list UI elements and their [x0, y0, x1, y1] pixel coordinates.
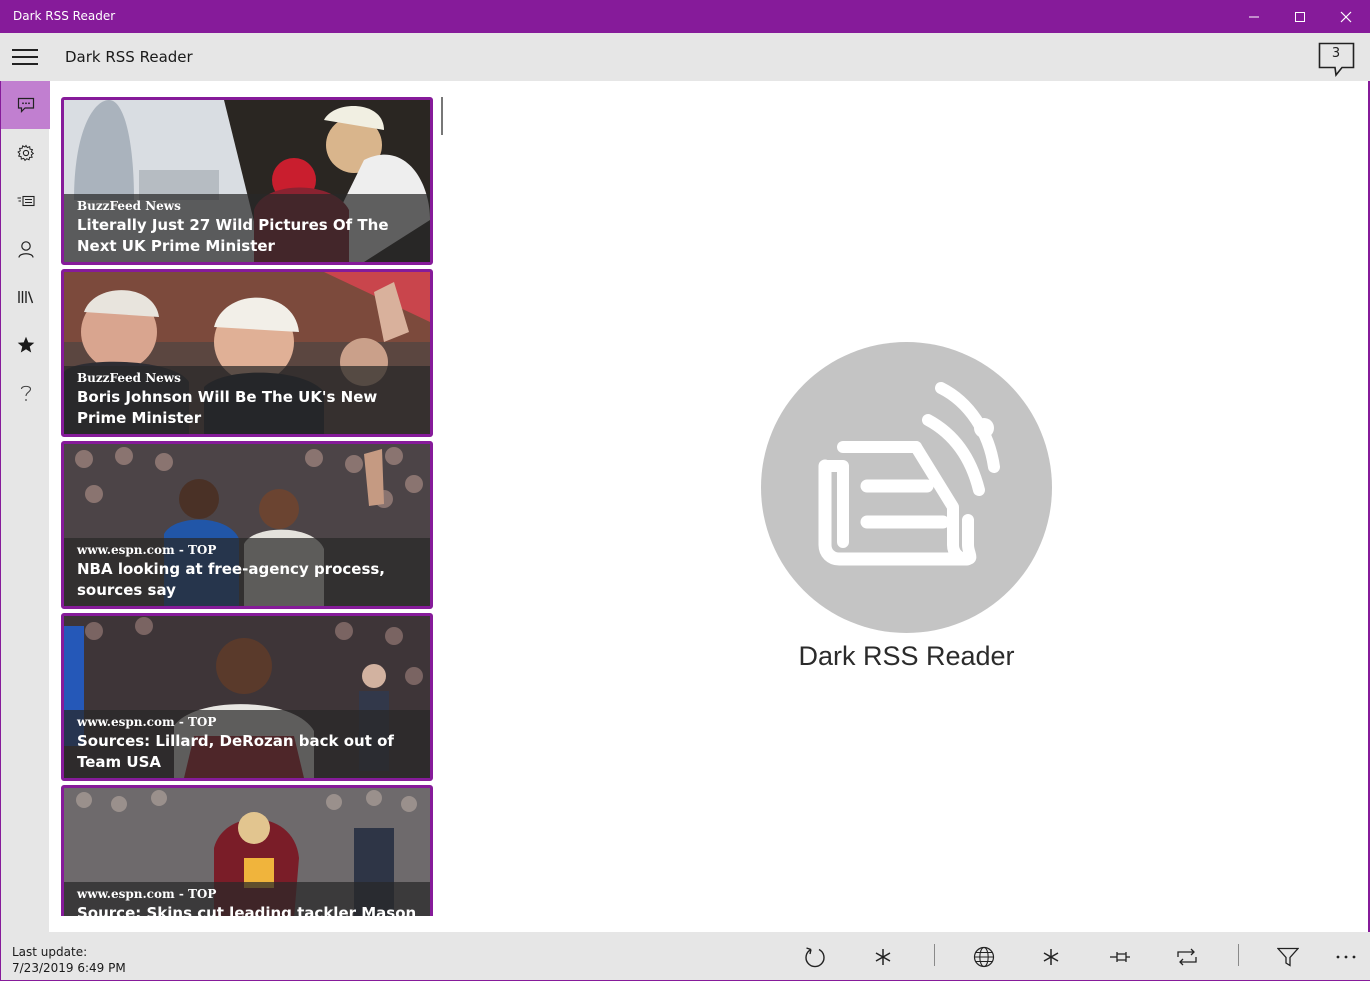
pin-icon [1110, 952, 1130, 962]
hamburger-icon [11, 49, 38, 65]
feed-source: BuzzFeed News [77, 371, 181, 385]
feed-headline: NBA looking at free-agency process, sour… [77, 560, 385, 599]
refresh-icon [805, 947, 825, 968]
feed-card-caption: www.espn.com - TOP Sources: Lillard, DeR… [64, 710, 430, 778]
asterisk-icon [875, 949, 891, 965]
repeat-icon [1177, 948, 1197, 966]
title-bar: Dark RSS Reader [0, 0, 1370, 33]
minimize-icon [1249, 16, 1259, 17]
asterisk-icon [1043, 949, 1059, 965]
pin-button[interactable] [1103, 940, 1137, 974]
feed-list-scrollbar[interactable] [441, 97, 443, 135]
notifications-button[interactable]: 3 [1318, 42, 1356, 78]
feed-card-caption: www.espn.com - TOP NBA looking at free-a… [64, 538, 430, 606]
maximize-button[interactable] [1277, 0, 1323, 33]
last-update: Last update: 7/23/2019 6:49 PM [12, 944, 126, 976]
app-logo-text: Dark RSS Reader [798, 641, 1015, 671]
mark-button[interactable] [1034, 940, 1068, 974]
help-icon [20, 385, 31, 401]
app-title: Dark RSS Reader [65, 48, 193, 66]
minimize-button[interactable] [1231, 0, 1277, 33]
globe-icon [973, 946, 995, 968]
feed-card[interactable]: www.espn.com - TOP Sources: Lillard, DeR… [61, 613, 433, 781]
more-options-button[interactable] [1329, 940, 1363, 974]
sidebar-item-settings[interactable] [1, 129, 50, 177]
app-bar: Dark RSS Reader 3 [0, 33, 1370, 81]
feed-card[interactable]: www.espn.com - TOP NBA looking at free-a… [61, 441, 433, 609]
main-content: Dark RSS Reader [449, 81, 1369, 932]
feed-headline: Source: Skins cut leading tackler Mason [77, 904, 417, 916]
sidebar-item-account[interactable] [1, 225, 50, 273]
feed-source: www.espn.com - TOP [77, 715, 217, 729]
library-icon [17, 291, 33, 304]
feed-headline: Sources: Lillard, DeRozan back out of Te… [77, 732, 394, 771]
more-icon [1336, 955, 1356, 959]
refresh-button[interactable] [798, 940, 832, 974]
sidebar-item-favorites[interactable] [1, 321, 50, 369]
sidebar-item-library[interactable] [1, 273, 50, 321]
sidebar-item-news[interactable] [1, 177, 50, 225]
feed-headline: Boris Johnson Will Be The UK's New Prime… [77, 388, 378, 427]
feed-source: www.espn.com - TOP [77, 543, 217, 557]
hamburger-menu-button[interactable] [0, 33, 49, 81]
toolbar-separator [1238, 944, 1239, 966]
maximize-icon [1295, 11, 1305, 22]
feed-card[interactable]: BuzzFeed News Boris Johnson Will Be The … [61, 269, 433, 437]
sidebar-item-feeds[interactable] [1, 81, 50, 129]
command-bar: Last update: 7/23/2019 6:49 PM [0, 932, 1370, 981]
feed-card-caption: BuzzFeed News Literally Just 27 Wild Pic… [64, 194, 430, 262]
person-icon [17, 241, 34, 258]
filter-icon [1277, 947, 1299, 967]
gear-icon [16, 144, 34, 162]
rss-newspaper-icon [818, 382, 1000, 566]
feed-card[interactable]: BuzzFeed News Literally Just 27 Wild Pic… [61, 97, 433, 265]
feed-headline: Literally Just 27 Wild Pictures Of The N… [77, 216, 389, 255]
toolbar-separator [934, 944, 935, 966]
repeat-button[interactable] [1170, 940, 1204, 974]
feed-source: BuzzFeed News [77, 199, 181, 213]
close-button[interactable] [1323, 0, 1369, 33]
sidebar-item-help[interactable] [1, 369, 50, 417]
last-update-label: Last update: [12, 945, 88, 959]
feeds-icon [17, 97, 34, 113]
last-update-value: 7/23/2019 6:49 PM [12, 961, 126, 975]
feed-card-caption: BuzzFeed News Boris Johnson Will Be The … [64, 366, 430, 434]
feed-list[interactable]: BuzzFeed News Literally Just 27 Wild Pic… [49, 81, 441, 916]
feed-card-caption: www.espn.com - TOP Source: Skins cut lea… [64, 882, 430, 916]
mark-all-button[interactable] [866, 940, 900, 974]
app-logo [761, 342, 1052, 633]
close-icon [1340, 11, 1352, 22]
window-title: Dark RSS Reader [13, 9, 116, 23]
sidebar [0, 81, 50, 932]
star-icon [17, 336, 34, 353]
filter-button[interactable] [1271, 940, 1305, 974]
feed-source: www.espn.com - TOP [77, 887, 217, 901]
news-icon [17, 195, 35, 207]
open-browser-button[interactable] [967, 940, 1001, 974]
feed-card[interactable]: www.espn.com - TOP Source: Skins cut lea… [61, 785, 433, 916]
notification-count: 3 [1331, 46, 1341, 61]
